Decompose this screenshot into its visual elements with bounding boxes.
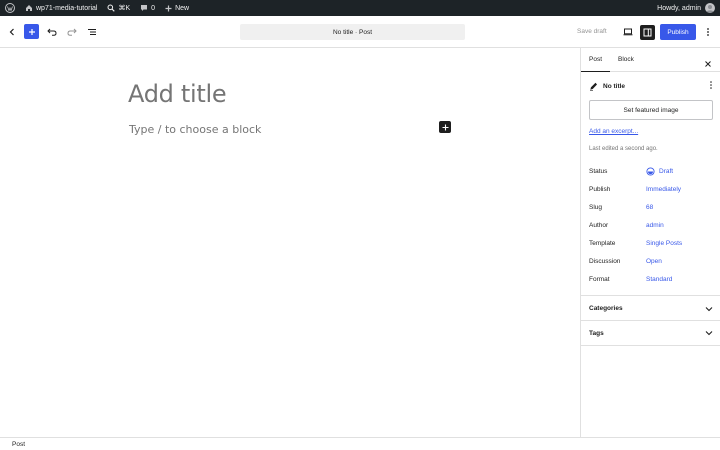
last-edited-text: Last edited a second ago. (589, 146, 658, 152)
add-block-button[interactable] (439, 121, 451, 133)
comment-icon (141, 5, 148, 11)
document-title: No title · Post (332, 28, 372, 36)
status-value: Draft (659, 167, 674, 175)
meta-row-template: Template Single Posts (589, 237, 713, 249)
meta-label: Discussion (589, 257, 621, 265)
sidebar-toggle (640, 24, 655, 40)
plus-icon (28, 28, 35, 35)
chevron-down-icon (705, 331, 713, 336)
comments-count: 0 (151, 4, 156, 12)
breadcrumb[interactable]: Post (12, 441, 25, 448)
more-vertical-icon (707, 28, 709, 36)
meta-label: Author (589, 221, 609, 229)
post-card: No title (589, 80, 713, 92)
undo-button[interactable] (42, 22, 62, 42)
undo-icon (47, 28, 57, 36)
sidebar-icon (643, 28, 652, 36)
meta-label: Slug (589, 203, 603, 211)
search-icon (107, 4, 116, 12)
panel-title: Categories (589, 305, 623, 312)
format-button[interactable]: Standard (646, 276, 672, 283)
avatar (705, 3, 715, 13)
editor-footer: Post (0, 437, 720, 450)
publish-button[interactable]: Publish (660, 24, 696, 40)
meta-row-format: Format Standard (589, 273, 713, 285)
post-card-title: No title (603, 82, 626, 90)
settings-sidebar: Post Block No title Set featured image A… (580, 48, 720, 437)
redo-button[interactable] (62, 22, 82, 42)
tab-block-label: Block (618, 56, 634, 63)
default-block-appender[interactable]: Type / to choose a block (129, 123, 261, 136)
meta-row-slug: Slug 68 (589, 201, 713, 213)
categories-panel-toggle[interactable]: Categories (581, 295, 720, 321)
new-content-link[interactable]: New (160, 0, 194, 16)
close-sidebar-button[interactable] (704, 55, 712, 73)
draft-status-icon (646, 166, 655, 176)
site-name: wp71-media-tutorial (36, 4, 98, 12)
back-icon (9, 28, 14, 36)
meta-row-publish: Publish Immediately (589, 183, 713, 195)
chevron-down-icon (705, 306, 713, 311)
publish-date-button[interactable]: Immediately (646, 186, 681, 193)
options-button[interactable] (702, 24, 714, 40)
account-menu[interactable]: Howdy, admin (657, 3, 720, 13)
add-excerpt-link[interactable]: Add an excerpt... (589, 128, 638, 135)
discussion-button[interactable]: Open (646, 258, 662, 265)
meta-row-author: Author admin (589, 219, 713, 231)
desktop-view-icon (623, 28, 632, 36)
shortcut-label: ⌘K (118, 5, 131, 12)
template-button[interactable]: Single Posts (646, 240, 682, 247)
meta-label: Status (589, 167, 608, 175)
meta-row-status: Status Draft (589, 165, 713, 177)
meta-label: Format (589, 275, 610, 283)
back-button[interactable] (2, 22, 22, 42)
tab-post[interactable]: Post (581, 48, 611, 72)
tags-panel-toggle[interactable]: Tags (581, 320, 720, 346)
featured-image-label: Set featured image (623, 106, 679, 114)
set-featured-image-button[interactable]: Set featured image (589, 100, 713, 120)
settings-toggle-button[interactable] (640, 24, 655, 40)
sidebar-tabs: Post Block (581, 48, 720, 72)
plus-icon (442, 124, 448, 130)
wordpress-logo-icon (5, 3, 15, 13)
slug-button[interactable]: 68 (646, 204, 653, 211)
wordpress-menu[interactable] (0, 0, 20, 16)
save-draft-button[interactable]: Save draft (577, 24, 607, 40)
editor-canvas: Add title Type / to choose a block (0, 48, 580, 437)
author-button[interactable]: admin (646, 222, 664, 229)
site-name-link[interactable]: wp71-media-tutorial (20, 0, 102, 16)
status-button[interactable]: Draft (646, 166, 674, 176)
greeting: Howdy, admin (657, 4, 701, 12)
panel-title: Tags (589, 329, 604, 337)
new-label: New (175, 4, 190, 12)
meta-label: Publish (589, 185, 611, 193)
admin-bar: wp71-media-tutorial ⌘K 0 New Howdy, admi… (0, 0, 720, 16)
close-icon (705, 61, 711, 67)
post-title-input[interactable]: Add title (128, 80, 227, 108)
block-inserter-button[interactable] (24, 24, 39, 39)
editor-header: No title · Post Save draft Publish (0, 16, 720, 48)
command-palette-button[interactable]: ⌘K (102, 0, 135, 16)
tab-block[interactable]: Block (610, 48, 642, 71)
list-view-button[interactable] (82, 22, 102, 42)
meta-row-discussion: Discussion Open (589, 255, 713, 267)
list-view-icon (88, 29, 96, 35)
plus-icon (165, 5, 172, 11)
post-icon (590, 82, 597, 91)
comments-link[interactable]: 0 (135, 0, 160, 16)
meta-label: Template (589, 239, 616, 247)
preview-button[interactable] (620, 24, 635, 40)
redo-icon (67, 28, 77, 36)
publish-label: Publish (667, 28, 689, 36)
post-actions-button[interactable] (709, 77, 713, 95)
tab-post-label: Post (589, 56, 603, 63)
home-icon (26, 5, 32, 11)
document-bar[interactable]: No title · Post (240, 24, 465, 40)
more-vertical-icon (710, 81, 712, 89)
